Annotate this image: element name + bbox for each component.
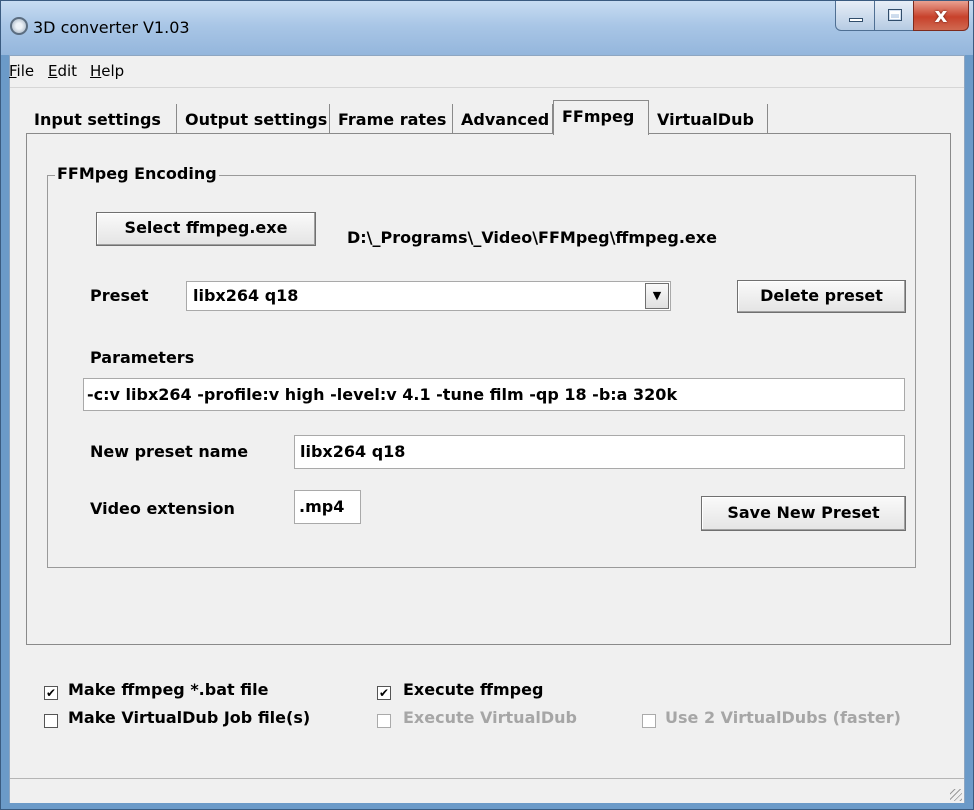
parameters-label: Parameters [90, 348, 195, 367]
client-area: File Edit Help Input settings Output set… [9, 55, 965, 803]
minimize-icon [849, 18, 863, 22]
menu-help[interactable]: Help [90, 62, 124, 80]
make-bat-checkbox[interactable]: ✔ [44, 686, 58, 700]
parameters-field[interactable]: -c:v libx264 -profile:v high -level:v 4.… [83, 378, 905, 411]
minimize-button[interactable] [835, 1, 875, 31]
make-virtualdub-job-label[interactable]: Make VirtualDub Job file(s) [68, 708, 310, 727]
window-title: 3D converter V1.03 [33, 18, 190, 37]
video-extension-field[interactable]: .mp4 [294, 490, 361, 524]
preset-combo[interactable]: libx264 q18 ▼ [186, 281, 671, 311]
tab-advanced[interactable]: Advanced [453, 104, 553, 134]
maximize-button[interactable] [874, 1, 914, 31]
close-button[interactable]: x [913, 1, 969, 31]
make-virtualdub-job-checkbox[interactable] [44, 714, 58, 728]
status-bar [10, 778, 964, 803]
delete-preset-button[interactable]: Delete preset [737, 280, 906, 313]
tab-ffmpeg[interactable]: FFmpeg [553, 100, 649, 135]
close-icon: x [934, 3, 948, 27]
execute-ffmpeg-checkbox[interactable]: ✔ [377, 686, 391, 700]
make-bat-label[interactable]: Make ffmpeg *.bat file [68, 680, 268, 699]
use-two-virtualdubs-label: Use 2 VirtualDubs (faster) [665, 708, 901, 727]
tab-virtualdub[interactable]: VirtualDub [649, 104, 768, 134]
maximize-icon [888, 9, 902, 21]
preset-value: libx264 q18 [193, 286, 299, 305]
preset-label: Preset [90, 286, 149, 305]
video-extension-label: Video extension [90, 499, 235, 518]
tab-input-settings[interactable]: Input settings [26, 104, 177, 134]
group-title: FFMpeg Encoding [55, 164, 219, 183]
new-preset-label: New preset name [90, 442, 249, 461]
tab-frame-rates[interactable]: Frame rates [330, 104, 453, 134]
tab-output-settings[interactable]: Output settings [177, 104, 330, 134]
use-two-virtualdubs-checkbox [642, 714, 656, 728]
ffmpeg-path-text: D:\_Programs\_Video\FFMpeg\ffmpeg.exe [347, 228, 717, 247]
app-window: 3D converter V1.03 x File Edit Help Inpu… [0, 0, 974, 810]
chevron-down-icon[interactable]: ▼ [645, 283, 669, 309]
save-new-preset-button[interactable]: Save New Preset [701, 496, 906, 531]
select-ffmpeg-button[interactable]: Select ffmpeg.exe [96, 212, 316, 246]
title-bar[interactable]: 3D converter V1.03 x [1, 1, 973, 55]
execute-virtualdub-label: Execute VirtualDub [403, 708, 577, 727]
menu-edit[interactable]: Edit [48, 62, 77, 80]
execute-virtualdub-checkbox [377, 714, 391, 728]
app-icon [10, 17, 28, 35]
menu-bar: File Edit Help [9, 56, 964, 88]
new-preset-field[interactable]: libx264 q18 [294, 435, 905, 469]
menu-file[interactable]: File [9, 62, 34, 80]
resize-grip-icon[interactable] [950, 789, 962, 801]
execute-ffmpeg-label[interactable]: Execute ffmpeg [403, 680, 543, 699]
